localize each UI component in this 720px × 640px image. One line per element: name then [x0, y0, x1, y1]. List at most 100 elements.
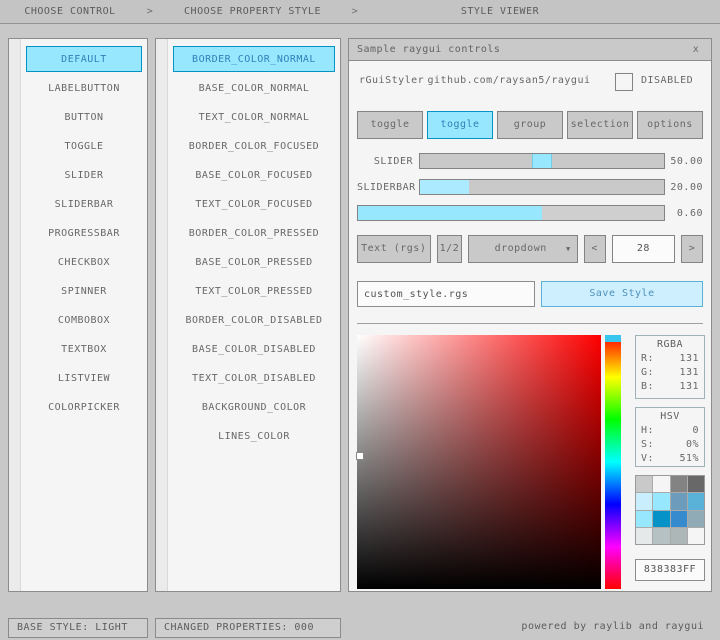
progressbar-value: 0.60 [665, 208, 703, 219]
chevron-separator-icon: > [140, 6, 160, 17]
slider-track[interactable] [419, 153, 665, 169]
style-filename-input[interactable] [357, 281, 535, 307]
list-item-border-color-normal[interactable]: BORDER_COLOR_NORMAL [173, 46, 335, 72]
color-swatch[interactable] [671, 528, 687, 544]
toggle-group-item-options[interactable]: options [637, 111, 703, 139]
list-item-toggle[interactable]: TOGGLE [26, 133, 142, 159]
status-changed-properties: CHANGED PROPERTIES: 000 [155, 618, 341, 638]
list-item-text-color-pressed[interactable]: TEXT_COLOR_PRESSED [173, 278, 335, 304]
list-item-progressbar[interactable]: PROGRESSBAR [26, 220, 142, 246]
list-item-base-color-focused[interactable]: BASE_COLOR_FOCUSED [173, 162, 335, 188]
color-swatch[interactable] [636, 528, 652, 544]
dropdown-combobox[interactable]: dropdown ▼ [468, 235, 577, 263]
color-picker-gradient[interactable] [357, 335, 601, 589]
list-item-combobox[interactable]: COMBOBOX [26, 307, 142, 333]
red-label: R: [641, 352, 654, 366]
list-item-background-color[interactable]: BACKGROUND_COLOR [173, 394, 335, 420]
window-titlebar: Sample raygui controls x [349, 39, 711, 61]
controls-list-scrollbar[interactable] [9, 39, 21, 591]
style-color-swatch-grid [635, 475, 705, 545]
list-item-button[interactable]: BUTTON [26, 104, 142, 130]
hex-color-value-box[interactable]: 838383FF [635, 559, 705, 581]
app-name-label: rGuiStyler [359, 75, 424, 86]
sliderbar-fill [420, 180, 469, 194]
color-swatch[interactable] [688, 493, 704, 509]
hsv-groupbox: HSV H: 0 S: 0% V: 51% [635, 407, 705, 467]
spinner-decrement-button[interactable]: < [584, 235, 606, 263]
color-swatch[interactable] [636, 511, 652, 527]
chevron-down-icon: ▼ [566, 236, 571, 262]
list-item-text-color-focused[interactable]: TEXT_COLOR_FOCUSED [173, 191, 335, 217]
properties-list-scrollbar[interactable] [156, 39, 168, 591]
color-swatch[interactable] [688, 528, 704, 544]
slider-row: SLIDER 50.00 [357, 153, 703, 169]
list-item-sliderbar[interactable]: SLIDERBAR [26, 191, 142, 217]
color-swatch[interactable] [636, 493, 652, 509]
close-icon[interactable]: x [689, 44, 703, 55]
blue-label: B: [641, 380, 654, 394]
window-title: Sample raygui controls [357, 44, 689, 55]
controls-list-panel: DEFAULT LABELBUTTON BUTTON TOGGLE SLIDER… [8, 38, 148, 592]
step-choose-property-style: CHOOSE PROPERTY STYLE [160, 6, 345, 17]
text-rgs-button[interactable]: Text (rgs) [357, 235, 431, 263]
color-swatch[interactable] [653, 476, 669, 492]
list-item-textbox[interactable]: TEXTBOX [26, 336, 142, 362]
toggle-group-item-toggle-2[interactable]: toggle [427, 111, 493, 139]
dropdown-label: dropdown [475, 236, 566, 262]
spinner-increment-button[interactable]: > [681, 235, 703, 263]
list-item-text-color-disabled[interactable]: TEXT_COLOR_DISABLED [173, 365, 335, 391]
list-item-base-color-disabled[interactable]: BASE_COLOR_DISABLED [173, 336, 335, 362]
hue-bar[interactable] [605, 335, 621, 589]
list-item-checkbox[interactable]: CHECKBOX [26, 249, 142, 275]
toggle-group-item-selection[interactable]: selection [567, 111, 633, 139]
sliderbar-label: SLIDERBAR [357, 182, 419, 193]
repo-link[interactable]: github.com/raysan5/raygui [419, 75, 599, 86]
hsv-hue-row: H: 0 [641, 424, 699, 438]
list-item-base-color-normal[interactable]: BASE_COLOR_NORMAL [173, 75, 335, 101]
half-button[interactable]: 1/2 [437, 235, 463, 263]
header-row: rGuiStyler github.com/raysan5/raygui DIS… [349, 73, 711, 91]
color-swatch[interactable] [671, 511, 687, 527]
list-item-border-color-focused[interactable]: BORDER_COLOR_FOCUSED [173, 133, 335, 159]
spinner-value-box[interactable]: 28 [612, 235, 676, 263]
list-item-default[interactable]: DEFAULT [26, 46, 142, 72]
list-item-border-color-pressed[interactable]: BORDER_COLOR_PRESSED [173, 220, 335, 246]
toggle-group-item-group[interactable]: group [497, 111, 563, 139]
list-item-slider[interactable]: SLIDER [26, 162, 142, 188]
list-item-border-color-disabled[interactable]: BORDER_COLOR_DISABLED [173, 307, 335, 333]
color-swatch[interactable] [653, 511, 669, 527]
color-swatch[interactable] [688, 511, 704, 527]
toggle-group-item-toggle-1[interactable]: toggle [357, 111, 423, 139]
hsv-saturation-row: S: 0% [641, 438, 699, 452]
list-item-labelbutton[interactable]: LABELBUTTON [26, 75, 142, 101]
style-file-row: Save Style [357, 281, 703, 307]
disabled-checkbox-label: DISABLED [641, 75, 693, 86]
color-swatch[interactable] [671, 493, 687, 509]
color-swatch[interactable] [653, 493, 669, 509]
color-swatch[interactable] [688, 476, 704, 492]
slider-handle[interactable] [532, 154, 552, 168]
list-item-listview[interactable]: LISTVIEW [26, 365, 142, 391]
chevron-separator-icon: > [345, 6, 365, 17]
step-style-viewer: STYLE VIEWER [365, 6, 635, 17]
list-item-base-color-pressed[interactable]: BASE_COLOR_PRESSED [173, 249, 335, 275]
blue-value: 131 [679, 380, 699, 394]
list-item-text-color-normal[interactable]: TEXT_COLOR_NORMAL [173, 104, 335, 130]
sliderbar-row: SLIDERBAR 20.00 [357, 179, 703, 195]
progressbar-fill [358, 206, 542, 220]
color-picker-cursor[interactable] [357, 453, 363, 459]
sliderbar-track[interactable] [419, 179, 665, 195]
disabled-checkbox[interactable] [615, 73, 633, 91]
color-swatch[interactable] [636, 476, 652, 492]
saturation-label: S: [641, 438, 654, 452]
hue-label: H: [641, 424, 654, 438]
list-item-lines-color[interactable]: LINES_COLOR [173, 423, 335, 449]
hue-bar-cursor[interactable] [605, 335, 621, 342]
color-swatch[interactable] [653, 528, 669, 544]
value-value: 51% [679, 452, 699, 466]
color-swatch[interactable] [671, 476, 687, 492]
list-item-spinner[interactable]: SPINNER [26, 278, 142, 304]
save-style-button[interactable]: Save Style [541, 281, 703, 307]
list-item-colorpicker[interactable]: COLORPICKER [26, 394, 142, 420]
hue-value: 0 [692, 424, 699, 438]
